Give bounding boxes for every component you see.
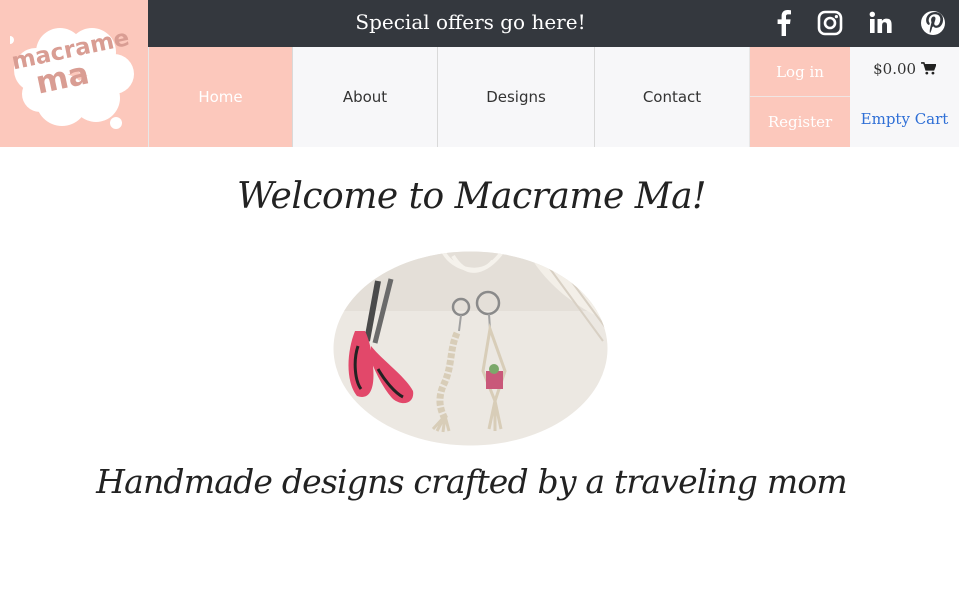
shopping-cart-icon (920, 62, 937, 75)
linkedin-icon[interactable] (866, 8, 896, 38)
login-button[interactable]: Log in (749, 47, 850, 97)
page-tagline: Handmade designs crafted by a traveling … (96, 462, 848, 501)
register-label: Register (767, 113, 833, 131)
facebook-icon[interactable] (769, 8, 799, 38)
nav-designs-label: Designs (486, 88, 546, 106)
nav-contact[interactable]: Contact (594, 47, 749, 147)
announcement-bar: Special offers go here! (148, 0, 959, 47)
logo-link[interactable]: macrame ma (0, 0, 148, 147)
cart-total-link[interactable]: $0.00 (850, 60, 959, 78)
nav-home-label: Home (198, 88, 243, 106)
nav-home[interactable]: Home (148, 47, 292, 147)
nav-designs[interactable]: Designs (437, 47, 594, 147)
register-button[interactable]: Register (749, 97, 850, 147)
pinterest-icon[interactable] (918, 8, 948, 38)
nav-about-label: About (342, 88, 388, 106)
special-offers-text: Special offers go here! (355, 10, 586, 34)
cart-widget: $0.00 Empty Cart (850, 47, 959, 147)
cart-total: $0.00 (873, 60, 917, 78)
instagram-icon[interactable] (815, 8, 845, 38)
macrame-keychains-photo (333, 251, 608, 446)
login-label: Log in (776, 62, 824, 81)
page-title: Welcome to Macrame Ma! (236, 176, 707, 217)
nav-about[interactable]: About (292, 47, 437, 147)
nav-contact-label: Contact (642, 88, 702, 106)
empty-cart-link[interactable]: Empty Cart (850, 110, 959, 128)
